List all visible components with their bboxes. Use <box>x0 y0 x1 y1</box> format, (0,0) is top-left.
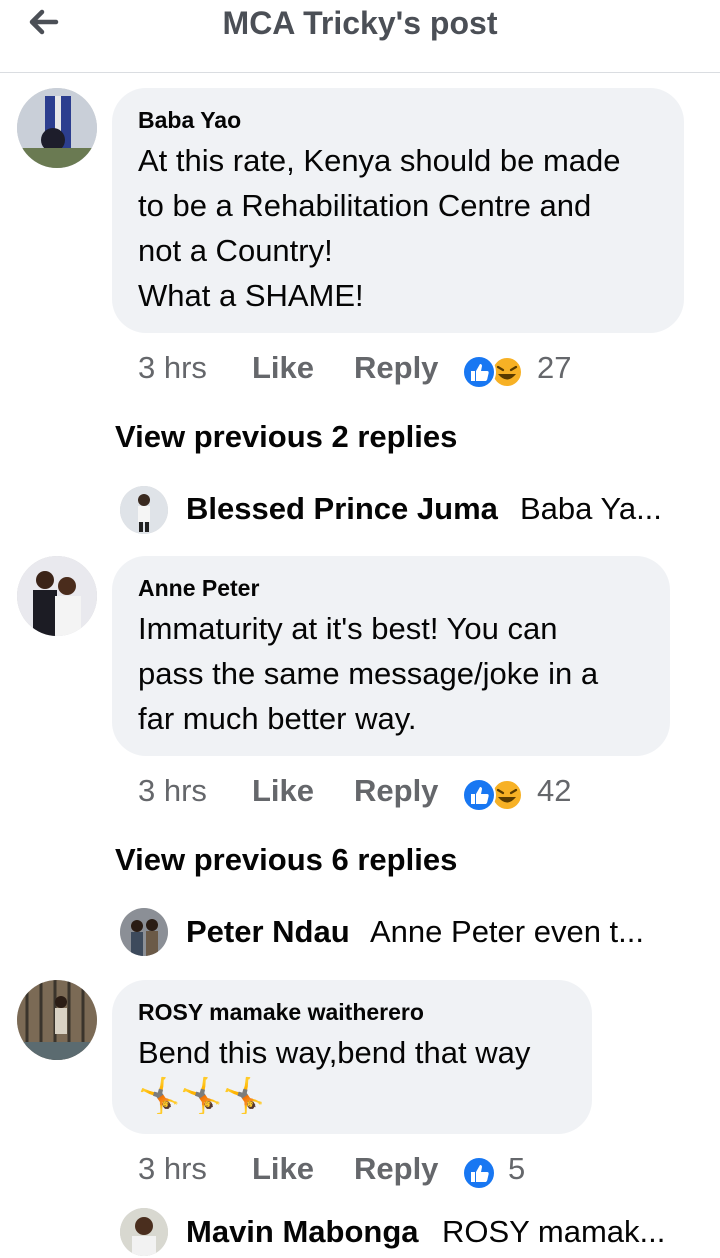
post-header: MCA Tricky's post <box>0 0 720 73</box>
avatar[interactable] <box>120 1208 168 1256</box>
comment-text: Immaturity at it's best! You can pass th… <box>138 611 599 736</box>
comment-text: Bend this way,bend that way <box>138 1035 531 1070</box>
avatar[interactable] <box>17 980 97 1060</box>
page-title: MCA Tricky's post <box>222 5 498 41</box>
comment-bubble[interactable]: Anne Peter Immaturity at it's best! You … <box>112 556 670 756</box>
comment-bubble[interactable]: Baba Yao At this rate, Kenya should be m… <box>112 88 684 333</box>
reply-button[interactable]: Reply <box>354 1151 438 1187</box>
like-button[interactable]: Like <box>252 350 314 386</box>
reactions-summary[interactable] <box>461 1156 497 1190</box>
comment-text: At this rate, Kenya should be made to be… <box>138 143 621 313</box>
reply-author[interactable]: Mavin Mabonga <box>186 1214 419 1250</box>
comment-bubble[interactable]: ROSY mamake waitherero Bend this way,ben… <box>112 980 592 1134</box>
reply-snippet[interactable]: Anne Peter even t... <box>370 914 644 950</box>
reply-author[interactable]: Peter Ndau <box>186 914 350 950</box>
avatar[interactable] <box>120 486 168 534</box>
haha-icon <box>491 356 523 388</box>
like-icon <box>462 355 496 389</box>
view-previous-replies[interactable]: View previous 6 replies <box>115 842 457 878</box>
comment-time: 3 hrs <box>138 350 207 385</box>
reply-author[interactable]: Blessed Prince Juma <box>186 491 498 527</box>
view-previous-replies[interactable]: View previous 2 replies <box>115 419 457 455</box>
comment-author[interactable]: Anne Peter <box>138 575 259 602</box>
comment-author[interactable]: ROSY mamake waitherero <box>138 999 424 1026</box>
like-icon <box>462 778 496 812</box>
emoji-cartwheel: 🤸🤸🤸 <box>138 1077 266 1115</box>
reaction-count[interactable]: 42 <box>537 773 571 809</box>
like-button[interactable]: Like <box>252 773 314 809</box>
reactions-summary[interactable] <box>461 355 525 389</box>
comment-time: 3 hrs <box>138 1151 207 1186</box>
like-icon <box>462 1156 496 1190</box>
avatar[interactable] <box>17 88 97 168</box>
like-button[interactable]: Like <box>252 1151 314 1187</box>
avatar[interactable] <box>120 908 168 956</box>
reaction-count[interactable]: 27 <box>537 350 571 386</box>
reactions-summary[interactable] <box>461 778 525 812</box>
reply-button[interactable]: Reply <box>354 773 438 809</box>
comment-author[interactable]: Baba Yao <box>138 107 241 134</box>
avatar[interactable] <box>17 556 97 636</box>
reply-button[interactable]: Reply <box>354 350 438 386</box>
reply-snippet[interactable]: ROSY mamak... <box>442 1214 665 1250</box>
reply-snippet[interactable]: Baba Ya... <box>520 491 662 527</box>
haha-icon <box>491 779 523 811</box>
comment-time: 3 hrs <box>138 773 207 808</box>
reaction-count[interactable]: 5 <box>508 1151 525 1187</box>
